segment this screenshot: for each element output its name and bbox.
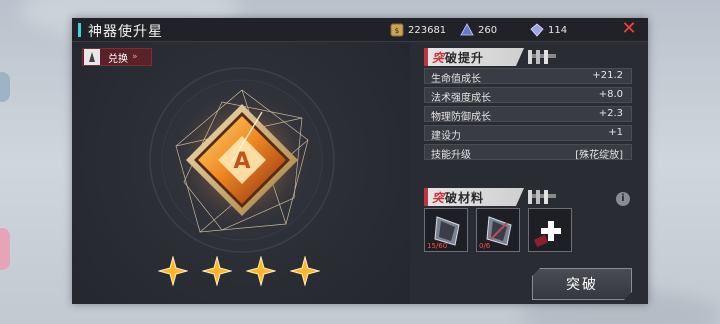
add-material-slot[interactable] [528,208,572,252]
diamond-amount: 114 [548,24,568,36]
material-slot[interactable]: 0/6 [476,208,520,252]
stat-value: +2.3 [598,108,623,119]
section-title: 破材料 [445,190,485,205]
gold-amount: 223681 [408,24,447,36]
resource-diamond: 114 [530,22,567,38]
stat-row: 物理防御成长 +2.3 [424,106,632,123]
stat-name: 法术强度成长 [431,93,491,104]
star-icon [202,256,232,286]
section-title-prefix: 突 [432,50,446,65]
resource-crystal: 260 [460,22,497,38]
stat-value: +1 [608,127,623,138]
upgrade-dialog: 神器使升星 $ 223681 260 114 ✕ 兑换 » A 突破提升 生命值… [72,18,648,304]
material-count: 0/6 [479,242,491,250]
svg-text:$: $ [395,27,399,35]
background-side-tab [0,228,10,270]
material-count: 15/60 [427,242,448,250]
stat-name: 建设力 [431,131,461,142]
title-accent-bar [78,23,81,37]
crystal-amount: 260 [478,24,498,36]
star-icon [246,256,276,286]
material-slot[interactable]: 15/60 [424,208,468,252]
breakthrough-button[interactable]: 突破 [532,268,632,300]
pixel-decoration [528,50,556,64]
stat-row: 建设力 +1 [424,125,632,142]
stat-row: 法术强度成长 +8.0 [424,87,632,104]
stat-name: 生命值成长 [431,74,481,85]
stat-value: [殊花绽放] [575,150,623,161]
star-icon [158,256,188,286]
stat-value: +8.0 [598,89,623,100]
stat-name: 物理防御成长 [431,112,491,123]
pixel-decoration [528,190,556,204]
star-rating [158,256,320,286]
background-side-tab [0,72,10,102]
gold-coin-icon: $ [390,23,404,37]
dialog-title: 神器使升星 [88,24,163,40]
stat-name: 技能升级 [431,150,471,161]
upgrade-details: 突破提升 生命值成长 +21.2 法术强度成长 +8.0 物理防御成长 +2.3… [410,42,648,304]
resource-gold: $ 223681 [390,22,446,38]
star-icon [290,256,320,286]
info-icon[interactable]: i [616,192,630,206]
stat-row: 生命值成长 +21.2 [424,68,632,85]
emblem-letter: A [233,149,250,174]
emblem-panel: 兑换 » A [72,42,410,304]
section-header-breakthrough-bonus: 突破提升 [424,48,556,66]
section-title: 破提升 [445,50,485,65]
add-material-icon [533,221,561,248]
close-button[interactable]: ✕ [620,20,638,38]
stat-row: 技能升级 [殊花绽放] [424,144,632,161]
close-icon: ✕ [621,18,637,39]
diamond-icon [530,23,544,37]
section-title-prefix: 突 [432,190,446,205]
blue-crystal-icon [460,23,474,36]
section-header-breakthrough-materials: 突破材料 [424,188,556,206]
stat-value: +21.2 [592,70,623,81]
dialog-header: 神器使升星 $ 223681 260 114 ✕ [72,18,648,42]
